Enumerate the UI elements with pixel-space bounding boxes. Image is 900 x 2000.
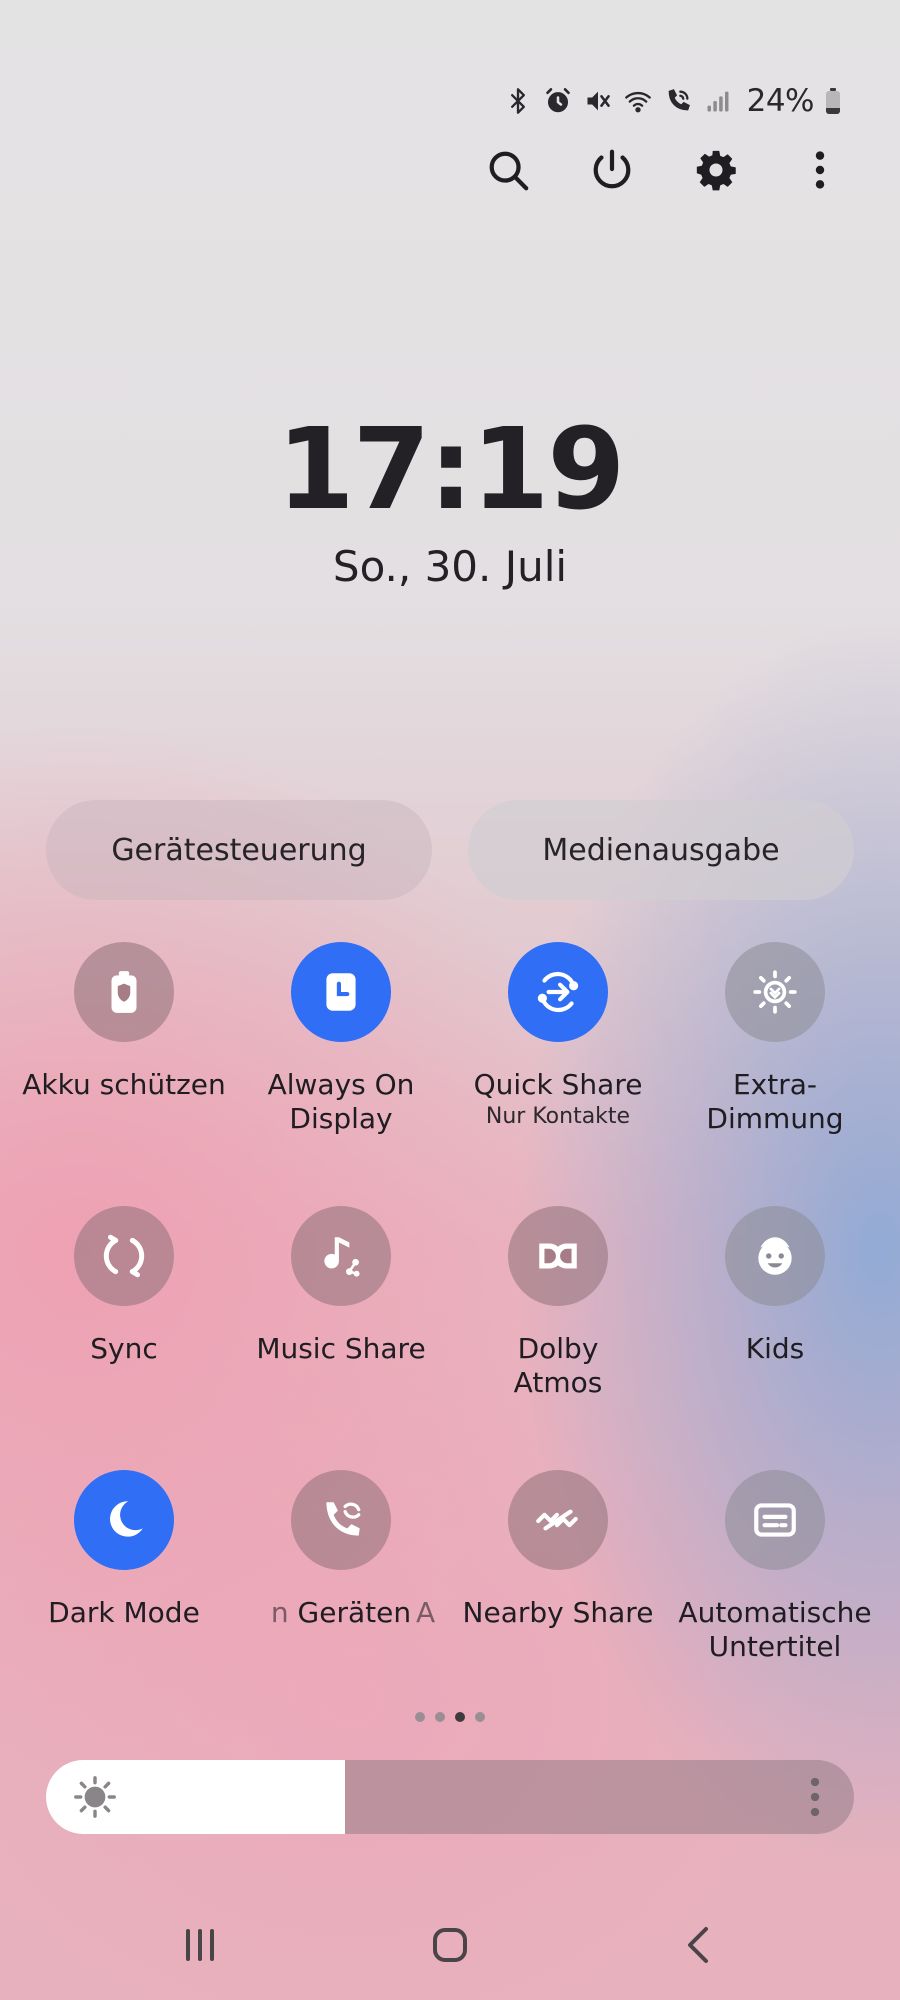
tile-kids[interactable]: Kids xyxy=(667,1206,883,1366)
sync-icon xyxy=(103,1234,145,1278)
search-button[interactable] xyxy=(478,140,538,200)
call-sync-icon xyxy=(326,1502,361,1536)
power-icon xyxy=(593,149,631,189)
music-share-icon xyxy=(324,1237,360,1277)
tile-icon-bg xyxy=(725,942,825,1042)
home-icon xyxy=(433,1928,467,1962)
moon-icon xyxy=(110,1501,143,1537)
more-icon xyxy=(815,151,825,189)
quick-share-icon xyxy=(537,971,579,1013)
tile-icon-bg xyxy=(508,1206,608,1306)
nearby-share-icon xyxy=(536,1509,578,1531)
tile-icon-bg xyxy=(74,1470,174,1570)
tile-label: Sync xyxy=(90,1332,158,1365)
tile-icon-bg xyxy=(291,942,391,1042)
clock-screen-icon xyxy=(326,973,356,1011)
tile-label: Always On Display xyxy=(267,1068,415,1135)
brightness-more-icon[interactable] xyxy=(810,1776,820,1818)
signal-icon xyxy=(703,86,733,116)
tile-label: Music Share xyxy=(256,1332,426,1365)
tile-icon-bg xyxy=(74,1206,174,1306)
tile-label: Akku schützen xyxy=(22,1068,226,1101)
tile-label: Kids xyxy=(745,1332,805,1365)
tile-label: Automatische Untertitel xyxy=(678,1596,872,1663)
search-icon xyxy=(489,151,529,191)
tile-icon-bg xyxy=(508,942,608,1042)
media-output-button[interactable]: Medienausgabe xyxy=(468,800,854,900)
tile-label-text: Nearby Share xyxy=(462,1596,654,1629)
home-button[interactable] xyxy=(410,1915,490,1975)
tile-label: Dark Mode xyxy=(48,1596,200,1629)
tile-live-caption[interactable]: Automatische Untertitel xyxy=(667,1470,883,1664)
page-dot[interactable] xyxy=(475,1712,485,1722)
tile-icon-bg xyxy=(725,1470,825,1570)
panel-actions xyxy=(478,140,850,200)
clock-time: 17:19 xyxy=(276,405,626,535)
dolby-icon xyxy=(539,1243,577,1269)
panel-pills: Gerätesteuerung Medienausgabe xyxy=(46,800,854,900)
tile-dark-mode[interactable]: Dark Mode xyxy=(16,1470,232,1630)
tile-label: A Nearby Share xyxy=(416,1596,654,1630)
page-indicator xyxy=(0,1712,900,1722)
tile-label-prefix: n xyxy=(270,1596,298,1629)
power-button[interactable] xyxy=(582,140,642,200)
mute-icon xyxy=(583,86,613,116)
battery-shield-icon xyxy=(111,971,137,1013)
recents-button[interactable] xyxy=(160,1915,240,1975)
bluetooth-icon xyxy=(503,86,533,116)
extra-dim-icon xyxy=(753,970,797,1014)
tile-dolby-atmos[interactable]: Dolby Atmos xyxy=(450,1206,666,1400)
tile-sync[interactable]: Sync xyxy=(16,1206,232,1366)
tile-icon-bg xyxy=(508,1470,608,1570)
recents-icon xyxy=(186,1929,214,1961)
back-icon xyxy=(688,1927,708,1963)
tile-icon-bg xyxy=(291,1206,391,1306)
tile-sublabel: Nur Kontakte xyxy=(485,1104,631,1129)
tile-icon-bg xyxy=(725,1206,825,1306)
tile-label: Extra-Dimmung xyxy=(706,1068,844,1135)
tile-quick-share[interactable]: Quick Share Nur Kontakte xyxy=(450,942,666,1129)
brightness-slider[interactable] xyxy=(46,1760,854,1834)
tile-extra-dimmung[interactable]: Extra-Dimmung xyxy=(667,942,883,1136)
tile-always-on-display[interactable]: Always On Display xyxy=(233,942,449,1136)
page-dot[interactable] xyxy=(435,1712,445,1722)
battery-percent: 24% xyxy=(746,83,815,119)
page-dot[interactable] xyxy=(455,1712,465,1722)
settings-button[interactable] xyxy=(686,140,746,200)
status-bar: 24% xyxy=(503,78,840,124)
clock-date: So., 30. Juli xyxy=(332,542,568,591)
alarm-icon xyxy=(543,86,573,116)
navigation-bar xyxy=(0,1915,900,1975)
page-dot[interactable] xyxy=(415,1712,425,1722)
device-control-button[interactable]: Gerätesteuerung xyxy=(46,800,432,900)
tile-icon-bg xyxy=(74,942,174,1042)
battery-icon xyxy=(826,88,840,114)
tile-nearby-share[interactable]: A Nearby Share xyxy=(416,1470,666,1630)
settings-icon xyxy=(696,150,736,191)
tile-label: Dolby Atmos xyxy=(513,1332,603,1399)
tile-icon-bg xyxy=(291,1470,391,1570)
tile-music-share[interactable]: Music Share xyxy=(233,1206,449,1366)
caption-icon xyxy=(754,1503,796,1537)
wifi-icon xyxy=(623,86,653,116)
tile-akku-schuetzen[interactable]: Akku schützen xyxy=(16,942,232,1102)
tile-label-prefix: A xyxy=(416,1596,436,1629)
sun-icon xyxy=(74,1776,116,1818)
tile-label: n Geräten xyxy=(271,1596,411,1630)
tile-label: Quick Share xyxy=(473,1068,643,1101)
tile-label-text: Geräten xyxy=(297,1596,412,1629)
kids-icon xyxy=(758,1237,792,1275)
wifi-calling-icon xyxy=(663,86,693,116)
more-options-button[interactable] xyxy=(790,140,850,200)
back-button[interactable] xyxy=(660,1915,740,1975)
